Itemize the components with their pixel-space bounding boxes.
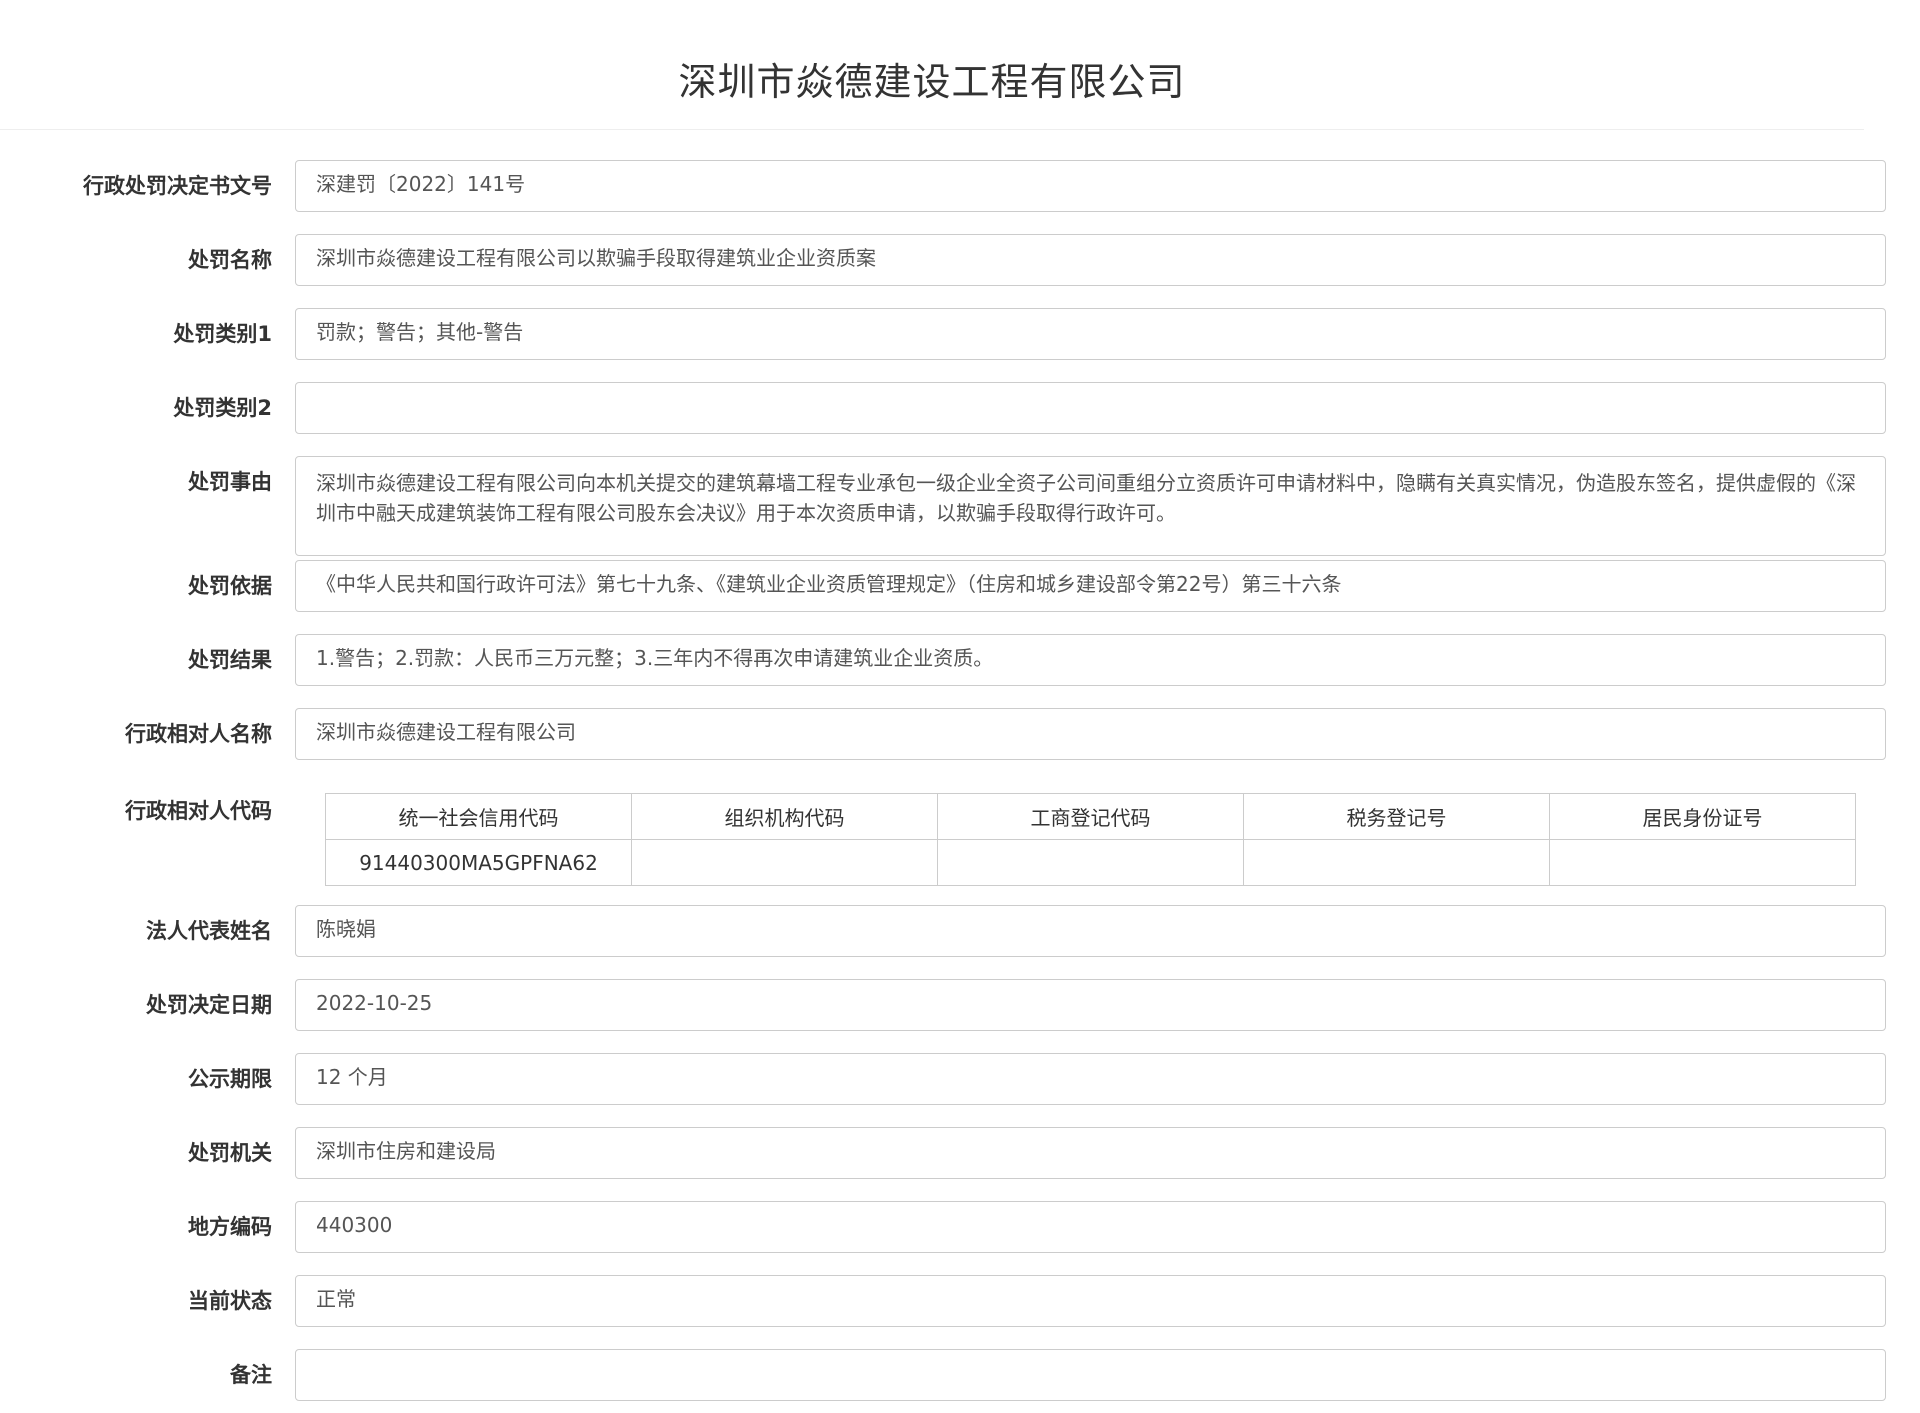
category2-label: 处罚类别2 [173,396,272,420]
decision-no-label: 行政处罚决定书文号 [83,174,272,198]
result-field[interactable]: 1.警告；2.罚款：人民币三万元整；3.三年内不得再次申请建筑业企业资质。 [295,634,1886,686]
table-row: 91440300MA5GPFNA62 [325,839,1856,886]
remarks-field[interactable] [295,1349,1886,1401]
authority-label: 处罚机关 [188,1141,272,1165]
reason-field[interactable]: 深圳市焱德建设工程有限公司向本机关提交的建筑幕墙工程专业承包一级企业全资子公司间… [295,456,1886,556]
publicity-period-label: 公示期限 [188,1067,272,1091]
status-field[interactable]: 正常 [295,1275,1886,1327]
code-cell-credit-code: 91440300MA5GPFNA62 [325,839,632,886]
result-label: 处罚结果 [188,648,272,672]
remarks-label: 备注 [230,1363,272,1387]
code-cell-tax-reg-no [1243,839,1550,886]
code-header-business-reg-code: 工商登记代码 [937,793,1244,840]
code-table-header-row: 统一社会信用代码 组织机构代码 工商登记代码 税务登记号 居民身份证号 [325,793,1856,840]
penalty-name-label: 处罚名称 [188,248,272,272]
region-code-label: 地方编码 [188,1215,272,1239]
legal-rep-label: 法人代表姓名 [146,919,272,943]
party-name-label: 行政相对人名称 [125,722,272,746]
category2-field[interactable] [295,382,1886,434]
page-title: 深圳市焱德建设工程有限公司 [678,60,1186,104]
category1-field[interactable]: 罚款；警告；其他-警告 [295,308,1886,360]
code-cell-business-reg-code [937,839,1244,886]
code-cell-id-card-no [1549,839,1856,886]
code-header-org-code: 组织机构代码 [631,793,938,840]
code-header-credit-code: 统一社会信用代码 [325,793,632,840]
page-header: 深圳市焱德建设工程有限公司 [0,0,1864,130]
code-header-id-card-no: 居民身份证号 [1549,793,1856,840]
penalty-name-field[interactable]: 深圳市焱德建设工程有限公司以欺骗手段取得建筑业企业资质案 [295,234,1886,286]
basis-field[interactable]: 《中华人民共和国行政许可法》第七十九条、《建筑业企业资质管理规定》（住房和城乡建… [295,560,1886,612]
region-code-field[interactable]: 440300 [295,1201,1886,1253]
decision-date-label: 处罚决定日期 [146,993,272,1017]
reason-label: 处罚事由 [188,470,272,494]
party-code-label: 行政相对人代码 [125,799,272,823]
party-name-field[interactable]: 深圳市焱德建设工程有限公司 [295,708,1886,760]
decision-date-field[interactable]: 2022-10-25 [295,979,1886,1031]
status-label: 当前状态 [188,1289,272,1313]
category1-label: 处罚类别1 [173,322,272,346]
code-cell-org-code [631,839,938,886]
authority-field[interactable]: 深圳市住房和建设局 [295,1127,1886,1179]
basis-label: 处罚依据 [188,574,272,598]
code-header-tax-reg-no: 税务登记号 [1243,793,1550,840]
legal-rep-field[interactable]: 陈晓娟 [295,905,1886,957]
decision-no-field[interactable]: 深建罚〔2022〕141号 [295,160,1886,212]
party-code-table: 统一社会信用代码 组织机构代码 工商登记代码 税务登记号 居民身份证号 9144… [325,793,1856,886]
publicity-period-field[interactable]: 12 个月 [295,1053,1886,1105]
